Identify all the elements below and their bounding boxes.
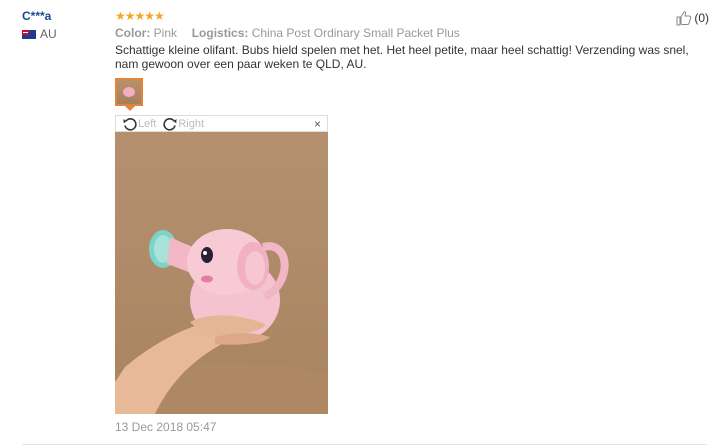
country-code: AU (40, 27, 57, 41)
reviewer-name: C***a (22, 9, 52, 23)
close-icon[interactable]: × (314, 117, 321, 131)
divider (22, 444, 707, 445)
flag-au-icon (22, 29, 36, 39)
review-thumbnails (115, 78, 143, 111)
review-photo-thumbnail[interactable] (115, 78, 143, 106)
photo-viewer: Left Right × (115, 115, 328, 415)
helpful-button[interactable]: (0) (676, 10, 709, 26)
thumbnail-pointer (125, 106, 135, 111)
rotate-left-icon (123, 117, 137, 131)
color-label: Color: (115, 26, 151, 40)
rotate-left-label: Left (138, 117, 157, 130)
review-photo (115, 132, 328, 414)
rotate-right-button[interactable]: Right (162, 116, 204, 132)
star-rating: ★★★★★ (115, 9, 165, 23)
review-meta: Color: Pink Logistics: China Post Ordina… (115, 26, 715, 40)
logistics-label: Logistics: (191, 26, 249, 40)
review-text: Schattige kleine olifant. Bubs hield spe… (115, 43, 689, 71)
logistics-value: China Post Ordinary Small Packet Plus (251, 26, 460, 40)
rotate-right-icon (163, 117, 177, 131)
review-photo-image (115, 229, 328, 414)
viewer-toolbar: Left Right × (115, 115, 328, 132)
review-date: 13 Dec 2018 05:47 (115, 420, 217, 434)
color-value: Pink (153, 26, 178, 40)
rotate-right-label: Right (178, 117, 205, 130)
reviewer-info: C***a AU (22, 9, 57, 41)
rotate-left-button[interactable]: Left (122, 116, 156, 132)
thumbnail-image (123, 87, 135, 97)
reviewer-country: AU (22, 27, 57, 41)
helpful-count: (0) (694, 11, 709, 25)
thumbs-up-icon[interactable] (676, 10, 692, 26)
review-body: ★★★★★ Color: Pink Logistics: China Post … (115, 9, 715, 71)
